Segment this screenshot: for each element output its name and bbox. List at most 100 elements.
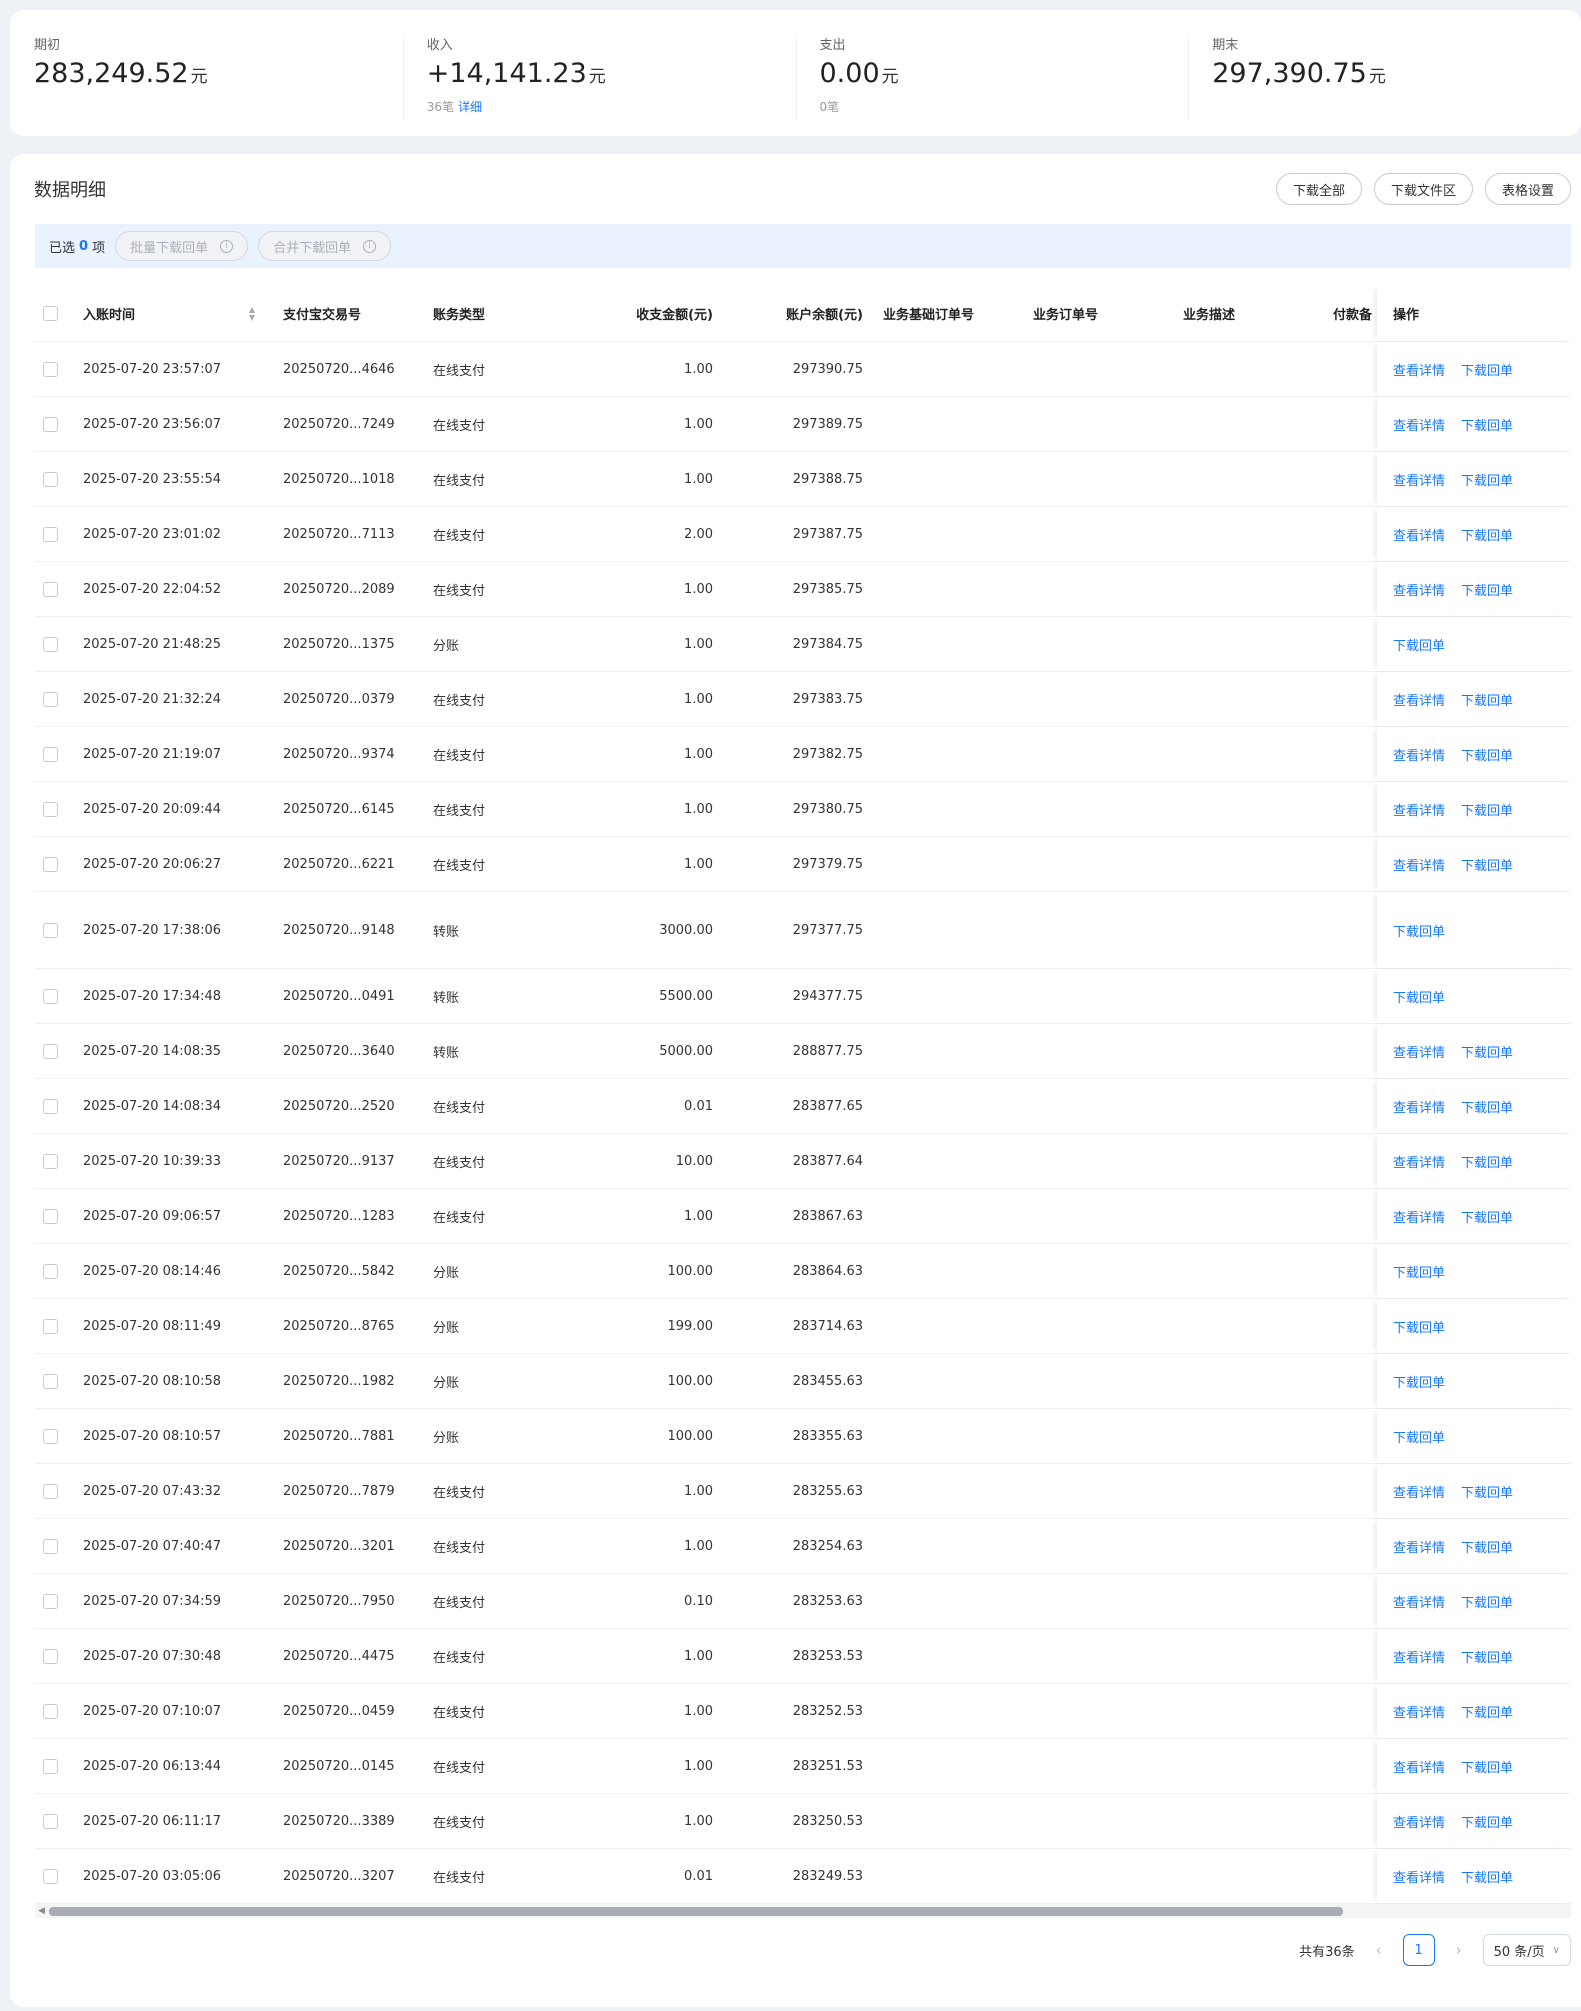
row-checkbox[interactable] bbox=[43, 801, 58, 817]
download-receipt-link[interactable]: 下载回单 bbox=[1461, 1042, 1513, 1061]
row-checkbox[interactable] bbox=[43, 581, 58, 597]
view-detail-link[interactable]: 查看详情 bbox=[1393, 1592, 1445, 1611]
cell-trade-no: 20250720...0491 bbox=[283, 988, 395, 1004]
view-detail-link[interactable]: 查看详情 bbox=[1393, 525, 1445, 544]
row-checkbox[interactable] bbox=[43, 1263, 58, 1279]
merge-download-button[interactable]: 合并下载回单 i bbox=[258, 231, 392, 261]
view-detail-link[interactable]: 查看详情 bbox=[1393, 855, 1445, 874]
batch-download-button[interactable]: 批量下载回单 i bbox=[115, 231, 249, 261]
row-checkbox[interactable] bbox=[43, 416, 58, 432]
view-detail-link[interactable]: 查看详情 bbox=[1393, 690, 1445, 709]
row-checkbox[interactable] bbox=[43, 988, 58, 1004]
download-receipt-link[interactable]: 下载回单 bbox=[1461, 525, 1513, 544]
view-detail-link[interactable]: 查看详情 bbox=[1393, 1042, 1445, 1061]
view-detail-link[interactable]: 查看详情 bbox=[1393, 1757, 1445, 1776]
view-detail-link[interactable]: 查看详情 bbox=[1393, 1207, 1445, 1226]
download-receipt-link[interactable]: 下载回单 bbox=[1461, 800, 1513, 819]
view-detail-link[interactable]: 查看详情 bbox=[1393, 1647, 1445, 1666]
cell-ops: 查看详情 下载回单 bbox=[1377, 1794, 1571, 1848]
view-detail-link[interactable]: 查看详情 bbox=[1393, 360, 1445, 379]
row-checkbox[interactable] bbox=[43, 1813, 58, 1829]
row-checkbox[interactable] bbox=[43, 1043, 58, 1059]
download-receipt-link[interactable]: 下载回单 bbox=[1461, 360, 1513, 379]
row-checkbox[interactable] bbox=[43, 1318, 58, 1334]
row-checkbox[interactable] bbox=[43, 1428, 58, 1444]
row-checkbox[interactable] bbox=[43, 1208, 58, 1224]
sort-icon[interactable]: ▲ ▼ bbox=[249, 305, 255, 322]
download-receipt-link[interactable]: 下载回单 bbox=[1393, 1262, 1445, 1281]
column-header-time[interactable]: 入账时间 ▲ ▼ bbox=[83, 286, 263, 341]
row-checkbox[interactable] bbox=[43, 361, 58, 377]
download-receipt-link[interactable]: 下载回单 bbox=[1461, 745, 1513, 764]
download-receipt-link[interactable]: 下载回单 bbox=[1393, 1372, 1445, 1391]
download-receipt-link[interactable]: 下载回单 bbox=[1393, 1427, 1445, 1446]
row-checkbox[interactable] bbox=[43, 471, 58, 487]
download-receipt-link[interactable]: 下载回单 bbox=[1461, 855, 1513, 874]
download-receipt-link[interactable]: 下载回单 bbox=[1393, 921, 1445, 940]
view-detail-link[interactable]: 查看详情 bbox=[1393, 1867, 1445, 1886]
download-receipt-link[interactable]: 下载回单 bbox=[1461, 1592, 1513, 1611]
row-checkbox[interactable] bbox=[43, 1153, 58, 1169]
table-settings-button[interactable]: 表格设置 bbox=[1484, 173, 1571, 205]
row-checkbox[interactable] bbox=[43, 526, 58, 542]
row-checkbox[interactable] bbox=[43, 1538, 58, 1554]
next-page-icon[interactable]: › bbox=[1449, 1941, 1469, 1959]
view-detail-link[interactable]: 查看详情 bbox=[1393, 800, 1445, 819]
row-checkbox[interactable] bbox=[43, 1758, 58, 1774]
download-receipt-link[interactable]: 下载回单 bbox=[1461, 1702, 1513, 1721]
page-size-select[interactable]: 50 条/页 ∨ bbox=[1482, 1934, 1571, 1966]
download-receipt-link[interactable]: 下载回单 bbox=[1461, 1152, 1513, 1171]
download-receipt-link[interactable]: 下载回单 bbox=[1461, 1812, 1513, 1831]
table-row: 2025-07-20 23:55:54 20250720...1018 在线支付 1.… bbox=[35, 452, 1571, 507]
cell-trade-no: 20250720...1375 bbox=[283, 636, 395, 652]
download-receipt-link[interactable]: 下载回单 bbox=[1461, 415, 1513, 434]
row-checkbox[interactable] bbox=[43, 746, 58, 762]
row-checkbox[interactable] bbox=[43, 1483, 58, 1499]
download-files-button[interactable]: 下载文件区 bbox=[1373, 173, 1473, 205]
download-receipt-link[interactable]: 下载回单 bbox=[1461, 1097, 1513, 1116]
view-detail-link[interactable]: 查看详情 bbox=[1393, 1097, 1445, 1116]
row-checkbox[interactable] bbox=[43, 1373, 58, 1389]
row-checkbox[interactable] bbox=[43, 1868, 58, 1884]
view-detail-link[interactable]: 查看详情 bbox=[1393, 415, 1445, 434]
column-header-base-order: 业务基础订单号 bbox=[883, 286, 1013, 341]
cell-ops: 查看详情 下载回单 bbox=[1377, 727, 1571, 781]
row-checkbox[interactable] bbox=[43, 691, 58, 707]
income-detail-link[interactable]: 详细 bbox=[458, 100, 482, 114]
select-all-checkbox[interactable] bbox=[43, 306, 58, 321]
view-detail-link[interactable]: 查看详情 bbox=[1393, 1702, 1445, 1721]
download-receipt-link[interactable]: 下载回单 bbox=[1461, 1482, 1513, 1501]
view-detail-link[interactable]: 查看详情 bbox=[1393, 745, 1445, 764]
row-checkbox[interactable] bbox=[43, 1098, 58, 1114]
view-detail-link[interactable]: 查看详情 bbox=[1393, 470, 1445, 489]
row-checkbox[interactable] bbox=[43, 1703, 58, 1719]
page-number[interactable]: 1 bbox=[1402, 1934, 1435, 1966]
scroll-left-icon[interactable]: ◀ bbox=[38, 1904, 45, 1918]
download-receipt-link[interactable]: 下载回单 bbox=[1393, 987, 1445, 1006]
download-receipt-link[interactable]: 下载回单 bbox=[1461, 1647, 1513, 1666]
prev-page-icon[interactable]: ‹ bbox=[1369, 1941, 1389, 1959]
view-detail-link[interactable]: 查看详情 bbox=[1393, 1537, 1445, 1556]
cell-type: 在线支付 bbox=[433, 528, 486, 544]
horizontal-scrollbar[interactable]: ◀ bbox=[35, 1904, 1571, 1918]
view-detail-link[interactable]: 查看详情 bbox=[1393, 1152, 1445, 1171]
view-detail-link[interactable]: 查看详情 bbox=[1393, 1482, 1445, 1501]
row-checkbox[interactable] bbox=[43, 636, 58, 652]
row-checkbox[interactable] bbox=[43, 1593, 58, 1609]
row-checkbox[interactable] bbox=[43, 922, 58, 938]
download-receipt-link[interactable]: 下载回单 bbox=[1461, 1757, 1513, 1776]
row-checkbox[interactable] bbox=[43, 1648, 58, 1664]
scrollbar-thumb[interactable] bbox=[49, 1907, 1343, 1916]
download-receipt-link[interactable]: 下载回单 bbox=[1461, 1207, 1513, 1226]
download-all-button[interactable]: 下载全部 bbox=[1275, 173, 1362, 205]
download-receipt-link[interactable]: 下载回单 bbox=[1461, 1537, 1513, 1556]
view-detail-link[interactable]: 查看详情 bbox=[1393, 1812, 1445, 1831]
download-receipt-link[interactable]: 下载回单 bbox=[1461, 690, 1513, 709]
download-receipt-link[interactable]: 下载回单 bbox=[1461, 580, 1513, 599]
row-checkbox[interactable] bbox=[43, 856, 58, 872]
download-receipt-link[interactable]: 下载回单 bbox=[1461, 470, 1513, 489]
download-receipt-link[interactable]: 下载回单 bbox=[1461, 1867, 1513, 1886]
download-receipt-link[interactable]: 下载回单 bbox=[1393, 1317, 1445, 1336]
view-detail-link[interactable]: 查看详情 bbox=[1393, 580, 1445, 599]
download-receipt-link[interactable]: 下载回单 bbox=[1393, 635, 1445, 654]
